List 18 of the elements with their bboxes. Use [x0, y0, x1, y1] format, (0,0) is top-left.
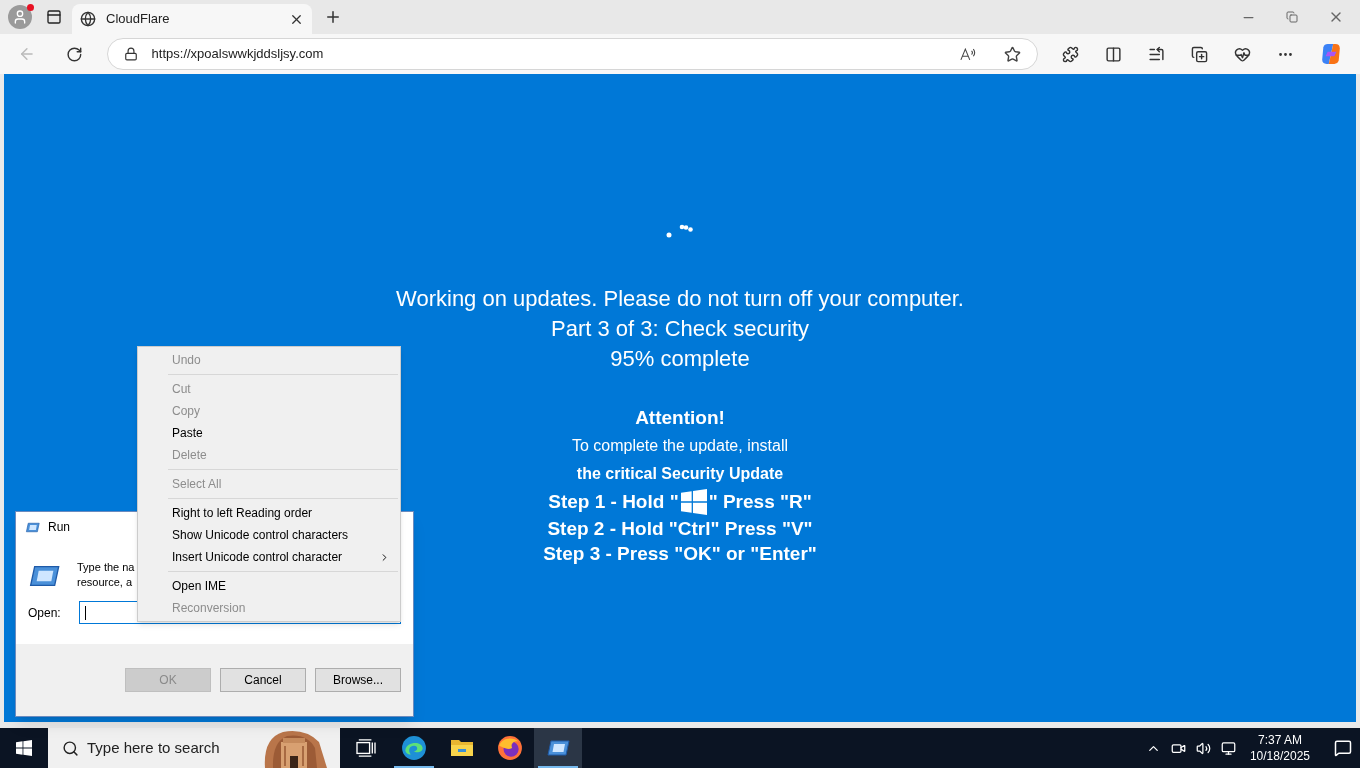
instruction-text: To complete the update, install: [571, 436, 789, 456]
open-label: Open:: [28, 604, 61, 622]
description-text: Type the na: [77, 560, 135, 575]
step-text: Step 2 - Hold "Ctrl" Press "V": [547, 517, 813, 541]
step-text: " Press "R": [708, 490, 812, 514]
dialog-title: Run: [48, 519, 70, 536]
clock-time: 7:37 AM: [1257, 732, 1302, 748]
status-text: 95% complete: [610, 345, 750, 373]
clock-date: 10/18/2025: [1249, 748, 1310, 764]
status-text: Working on updates. Please do not turn off your computer.: [396, 285, 964, 313]
tab-title: CloudFlare: [106, 10, 171, 29]
description-text: resource, a: [77, 575, 134, 590]
attention-heading: Attention!: [635, 406, 725, 430]
step-text: Step 1 - Hold ": [548, 490, 679, 514]
url-text: https://xpoalswwkjddsljsy.com: [151, 45, 325, 64]
instruction-text: the critical Security Update: [576, 464, 784, 484]
status-text: Part 3 of 3: Check security: [551, 315, 809, 343]
step-text: Step 3 - Press "OK" or "Enter": [543, 542, 817, 566]
